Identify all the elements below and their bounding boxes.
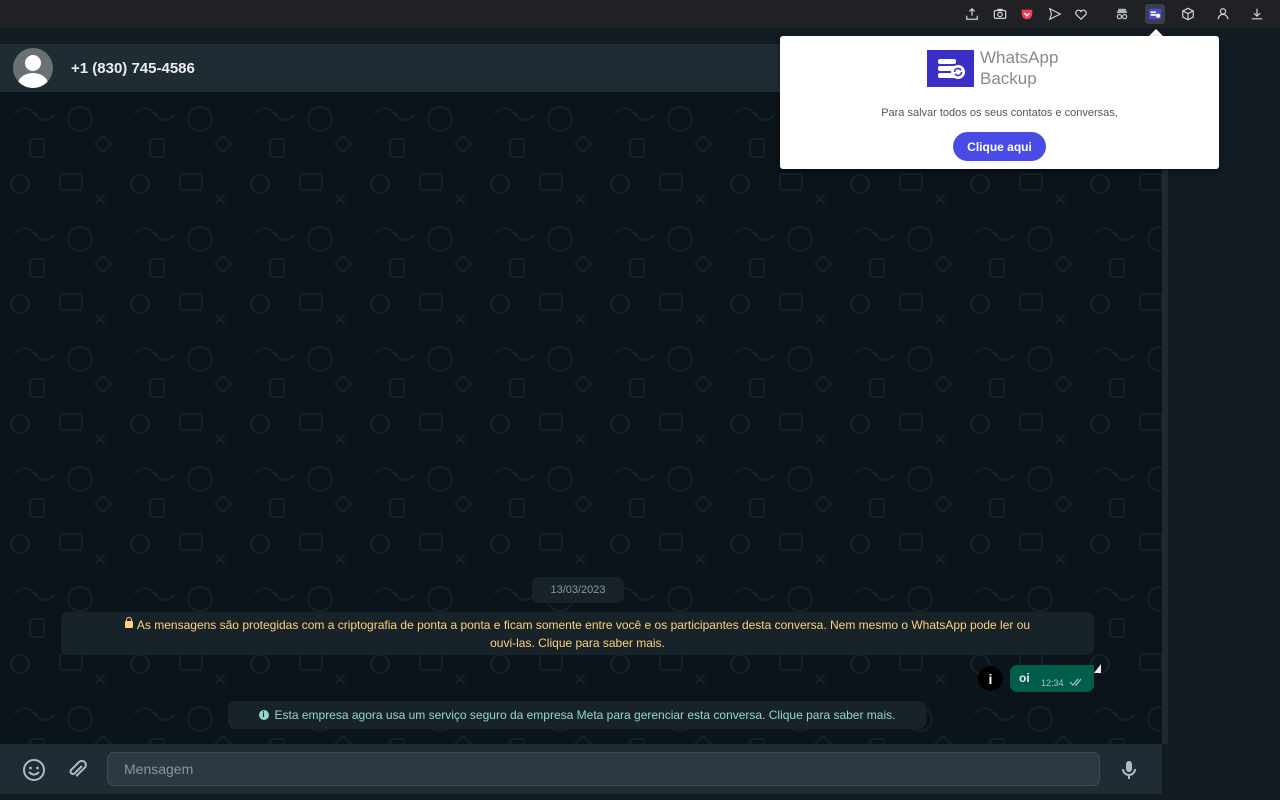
heart-icon[interactable]	[1071, 4, 1091, 24]
whatsapp-backup-extension-icon[interactable]	[1145, 4, 1165, 24]
info-icon: i	[258, 710, 269, 720]
bubble-corner	[1094, 664, 1101, 673]
contact-name[interactable]: +1 (830) 745-4586	[71, 60, 195, 77]
message-input[interactable]	[107, 752, 1100, 786]
whatsapp-backup-logo-icon	[927, 50, 974, 87]
share-icon[interactable]	[962, 4, 982, 24]
window-bottom-edge	[0, 794, 1168, 800]
popup-title-line2: Backup	[980, 69, 1037, 88]
double-check-icon	[1069, 678, 1082, 686]
profile-icon[interactable]	[1213, 4, 1233, 24]
camera-icon[interactable]	[990, 4, 1010, 24]
encryption-notice[interactable]: As mensagens são protegidas com a cripto…	[61, 612, 1094, 655]
whatsapp-backup-popup: WhatsApp Backup Para salvar todos os seu…	[780, 36, 1219, 169]
microphone-icon[interactable]	[1116, 757, 1142, 783]
lock-icon	[124, 617, 133, 628]
box-icon[interactable]	[1178, 4, 1198, 24]
clique-aqui-button[interactable]: Clique aqui	[953, 132, 1046, 161]
outgoing-message-bubble[interactable]: oi 12:34	[1010, 665, 1094, 692]
attach-icon[interactable]	[64, 757, 90, 783]
popup-title: WhatsApp Backup	[980, 47, 1058, 89]
date-chip: 13/03/2023	[532, 577, 624, 603]
message-info-button[interactable]: i	[978, 666, 1003, 691]
browser-toolbar	[0, 0, 1280, 28]
message-text: oi	[1019, 671, 1030, 685]
emoji-icon[interactable]	[21, 757, 47, 783]
pocket-icon[interactable]	[1017, 4, 1037, 24]
message-composer	[0, 744, 1162, 794]
popup-title-line1: WhatsApp	[980, 48, 1059, 67]
meta-business-notice-text: Esta empresa agora usa um serviço seguro…	[274, 708, 896, 722]
popup-description: Para salvar todos os seus contatos e con…	[881, 107, 1118, 119]
avatar[interactable]	[13, 48, 53, 88]
message-time: 12:34	[1041, 678, 1064, 688]
meta-business-notice[interactable]: i Esta empresa agora usa um serviço segu…	[228, 701, 926, 729]
encryption-notice-line1: As mensagens são protegidas com a cripto…	[136, 618, 1031, 632]
encryption-notice-line2: ouvi-las. Clique para saber mais.	[490, 636, 665, 650]
send-icon[interactable]	[1045, 4, 1065, 24]
incognito-icon[interactable]	[1112, 4, 1132, 24]
download-icon[interactable]	[1247, 4, 1267, 24]
